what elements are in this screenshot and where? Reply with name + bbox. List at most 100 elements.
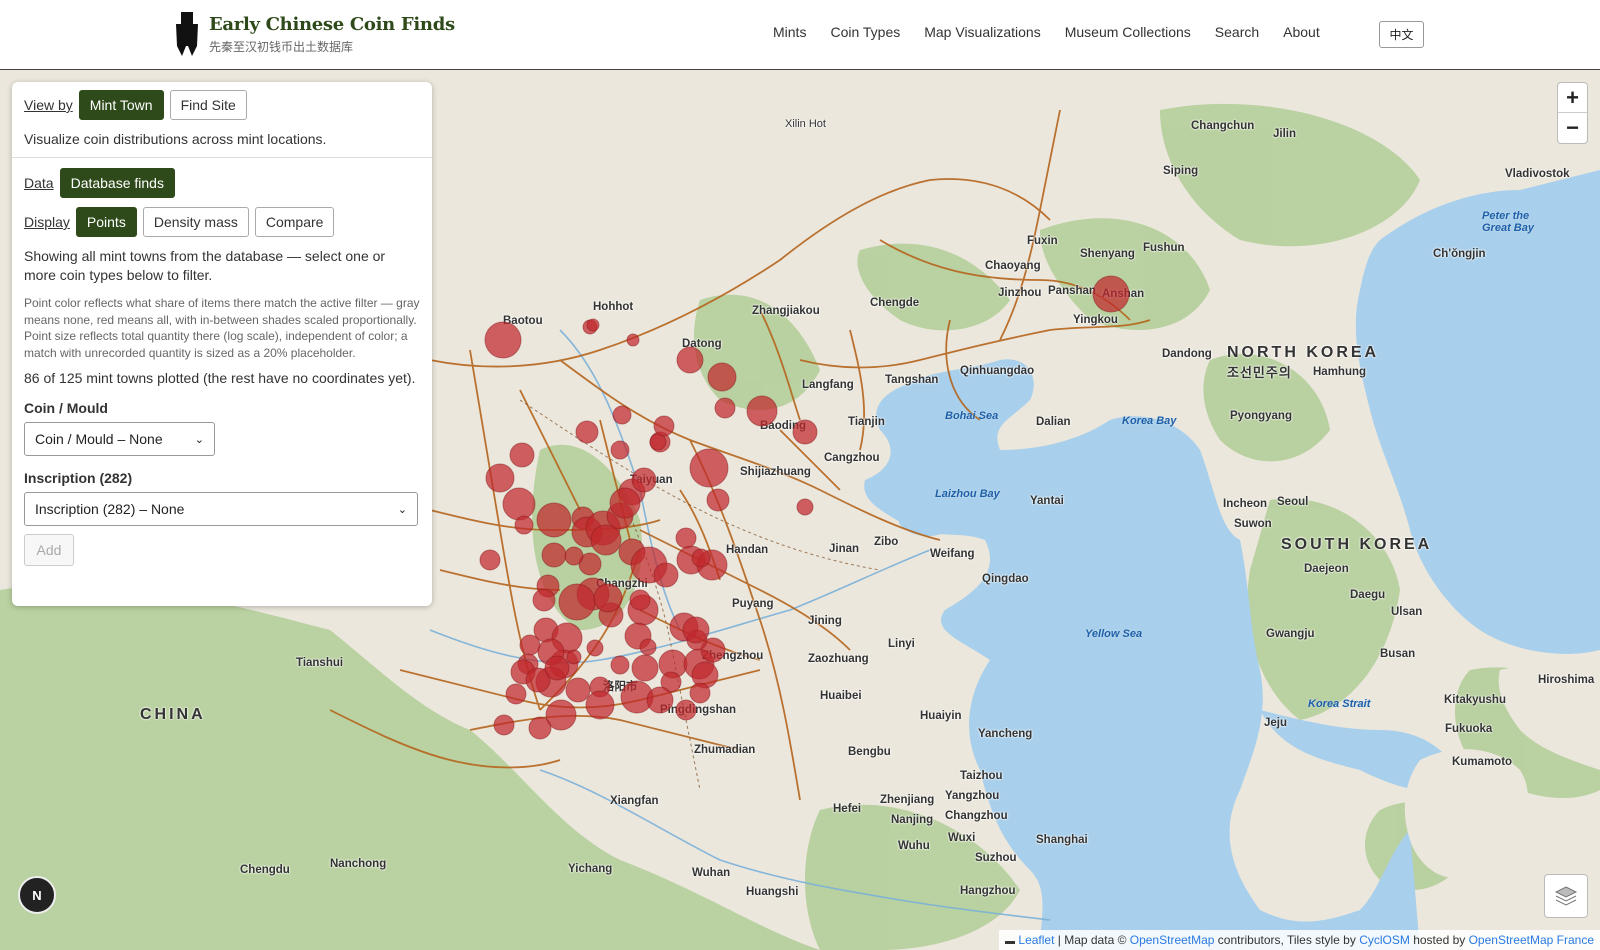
data-row: Data Database finds bbox=[24, 168, 420, 198]
mint-town-point[interactable] bbox=[528, 716, 552, 740]
mint-town-point[interactable] bbox=[612, 405, 632, 425]
mint-town-point[interactable] bbox=[532, 588, 556, 612]
attribution-text-3: hosted by bbox=[1409, 933, 1469, 947]
inscription-value: Inscription (282) – None bbox=[35, 501, 185, 517]
mint-town-point[interactable] bbox=[631, 654, 659, 682]
mint-town-point[interactable] bbox=[564, 546, 584, 566]
nav-museum-collections[interactable]: Museum Collections bbox=[1065, 24, 1191, 40]
inscription-select[interactable]: Inscription (282) – None ⌄ bbox=[24, 492, 418, 526]
display-points-button[interactable]: Points bbox=[75, 207, 137, 237]
chevron-down-icon: ⌄ bbox=[194, 433, 204, 446]
mint-town-point[interactable] bbox=[706, 488, 730, 512]
mint-town-point[interactable] bbox=[593, 583, 623, 613]
nav-map-visualizations[interactable]: Map Visualizations bbox=[924, 24, 1040, 40]
filter-panel: View by Mint Town Find Site Visualize co… bbox=[12, 82, 432, 606]
mint-town-point[interactable] bbox=[505, 683, 527, 705]
osm-link[interactable]: OpenStreetMap bbox=[1130, 933, 1215, 947]
map-attribution: ▬ Leaflet | Map data © OpenStreetMap con… bbox=[999, 930, 1600, 950]
mint-town-point[interactable] bbox=[509, 442, 535, 468]
mint-town-point[interactable] bbox=[626, 333, 640, 347]
site-subtitle: 先秦至汉初钱币出土数据库 bbox=[209, 39, 354, 54]
mint-town-point[interactable] bbox=[544, 655, 570, 681]
view-description: Visualize coin distributions across mint… bbox=[24, 131, 327, 147]
top-header: Early Chinese Coin Finds 先秦至汉初钱币出土数据库 Mi… bbox=[0, 0, 1600, 70]
mint-town-point[interactable] bbox=[609, 487, 641, 519]
nav-about[interactable]: About bbox=[1283, 24, 1320, 40]
mint-town-point[interactable] bbox=[519, 634, 541, 656]
mint-town-point[interactable] bbox=[682, 616, 710, 644]
mint-town-point[interactable] bbox=[689, 682, 711, 704]
panel-divider bbox=[12, 157, 432, 158]
spade-coin-logo-icon bbox=[176, 12, 198, 56]
view-find-site-button[interactable]: Find Site bbox=[169, 90, 247, 120]
mint-town-point[interactable] bbox=[707, 362, 737, 392]
site-title: Early Chinese Coin Finds bbox=[209, 13, 455, 35]
plotted-count-text: 86 of 125 mint towns plotted (the rest h… bbox=[24, 370, 416, 386]
view-mint-town-button[interactable]: Mint Town bbox=[78, 90, 164, 120]
mint-town-point[interactable] bbox=[586, 639, 604, 657]
main-nav: Mints Coin Types Map Visualizations Muse… bbox=[773, 24, 1344, 40]
showing-text: Showing all mint towns from the database… bbox=[24, 248, 386, 283]
view-by-label: View by bbox=[24, 97, 73, 113]
attribution-text-2: contributors, Tiles style by bbox=[1214, 933, 1360, 947]
mint-town-point[interactable] bbox=[646, 686, 674, 714]
language-toggle-button[interactable]: 中文 bbox=[1379, 21, 1424, 48]
database-finds-button[interactable]: Database finds bbox=[59, 168, 175, 198]
mint-town-point[interactable] bbox=[714, 397, 736, 419]
mint-town-point[interactable] bbox=[493, 714, 515, 736]
mint-town-point[interactable] bbox=[586, 318, 600, 332]
mint-town-point[interactable] bbox=[558, 583, 596, 621]
zoom-in-button[interactable]: + bbox=[1558, 83, 1587, 113]
mint-town-point[interactable] bbox=[689, 448, 729, 488]
mint-town-point[interactable] bbox=[675, 699, 697, 721]
leaflet-link[interactable]: Leaflet bbox=[1018, 933, 1054, 947]
mint-town-point[interactable] bbox=[566, 649, 582, 665]
display-compare-button[interactable]: Compare bbox=[254, 207, 335, 237]
nav-coin-types[interactable]: Coin Types bbox=[830, 24, 900, 40]
mint-town-point[interactable] bbox=[629, 589, 651, 611]
attribution-text-1: | Map data © bbox=[1054, 933, 1130, 947]
nav-search[interactable]: Search bbox=[1215, 24, 1259, 40]
coin-mould-value: Coin / Mould – None bbox=[35, 431, 163, 447]
mint-town-point[interactable] bbox=[541, 542, 567, 568]
display-density-mass-button[interactable]: Density mass bbox=[142, 207, 249, 237]
mint-town-point[interactable] bbox=[536, 502, 572, 538]
data-label: Data bbox=[24, 175, 54, 191]
brand[interactable]: Early Chinese Coin Finds 先秦至汉初钱币出土数据库 bbox=[173, 12, 455, 56]
layers-button[interactable] bbox=[1544, 874, 1588, 918]
mint-town-point[interactable] bbox=[590, 524, 622, 556]
mint-town-point[interactable] bbox=[565, 677, 591, 703]
nav-mints[interactable]: Mints bbox=[773, 24, 806, 40]
mint-town-point[interactable] bbox=[746, 395, 778, 427]
mint-town-point[interactable] bbox=[502, 487, 536, 521]
mint-town-point[interactable] bbox=[485, 463, 515, 493]
mint-town-point[interactable] bbox=[653, 562, 679, 588]
mint-town-point[interactable] bbox=[610, 655, 630, 675]
mint-town-point[interactable] bbox=[653, 415, 675, 437]
mint-town-point[interactable] bbox=[639, 638, 657, 656]
mint-town-point[interactable] bbox=[675, 527, 697, 549]
mint-town-point[interactable] bbox=[610, 440, 630, 460]
coin-mould-label: Coin / Mould bbox=[24, 400, 108, 416]
mint-town-point[interactable] bbox=[676, 346, 704, 374]
chevron-down-icon: ⌄ bbox=[397, 503, 407, 516]
mint-town-point[interactable] bbox=[514, 515, 534, 535]
mint-town-point[interactable] bbox=[691, 548, 711, 568]
north-arrow-button[interactable]: N bbox=[18, 876, 56, 914]
mint-town-point[interactable] bbox=[1092, 275, 1130, 313]
layers-icon bbox=[1554, 886, 1578, 906]
inscription-label: Inscription (282) bbox=[24, 470, 133, 486]
coin-mould-select[interactable]: Coin / Mould – None ⌄ bbox=[24, 422, 215, 456]
mint-town-point[interactable] bbox=[479, 549, 501, 571]
mint-town-point[interactable] bbox=[585, 690, 615, 720]
add-filter-button[interactable]: Add bbox=[24, 534, 74, 566]
zoom-out-button[interactable]: − bbox=[1558, 113, 1587, 143]
mint-town-point[interactable] bbox=[796, 498, 814, 516]
mint-town-point[interactable] bbox=[792, 419, 818, 445]
mint-town-point[interactable] bbox=[575, 420, 599, 444]
mint-town-point[interactable] bbox=[631, 467, 657, 493]
osmfr-link[interactable]: OpenStreetMap France bbox=[1469, 933, 1594, 947]
legend-text: Point color reflects what share of items… bbox=[24, 296, 420, 360]
mint-town-point[interactable] bbox=[484, 321, 522, 359]
cyclosm-link[interactable]: CyclOSM bbox=[1359, 933, 1410, 947]
